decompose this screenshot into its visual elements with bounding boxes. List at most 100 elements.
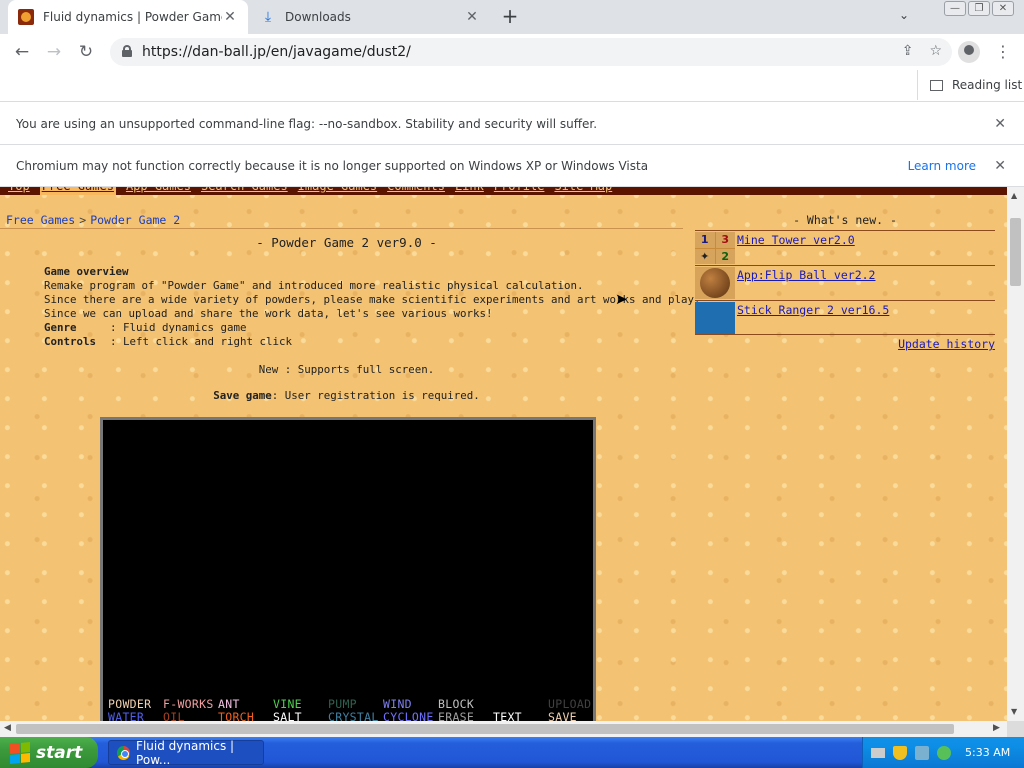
game-tool-pump[interactable]: PUMP <box>328 697 357 711</box>
scroll-left-arrow-icon[interactable]: ◀ <box>4 723 11 733</box>
scroll-right-arrow-icon[interactable]: ▶ <box>993 723 1000 733</box>
game-tool-upload[interactable]: UPLOAD <box>548 697 591 711</box>
nav-site-map[interactable]: Site Map <box>554 187 612 195</box>
taskbar-item-title: Fluid dynamics | Pow... <box>136 738 235 767</box>
game-tool-cyclone[interactable]: CYCLONE <box>383 710 434 721</box>
vertical-scrollbar[interactable]: ▲ ▼ <box>1007 187 1024 721</box>
profile-avatar-icon[interactable] <box>958 41 980 63</box>
infobar-close-icon[interactable]: ✕ <box>994 116 1006 132</box>
game-tool-wind[interactable]: WIND <box>383 697 412 711</box>
game-tool-text[interactable]: TEXT <box>493 710 522 721</box>
reading-list-button[interactable]: Reading list <box>917 70 1022 100</box>
security-shield-icon[interactable] <box>893 745 907 760</box>
lock-icon[interactable] <box>122 45 132 57</box>
game-canvas[interactable]: POWDER F-WORKS ANT VINE PUMP WIND BLOCK UPLOAD … <box>100 417 596 721</box>
overview-line: Remake program of "Powder Game" and intr… <box>44 279 584 292</box>
page-viewport: Top Free Games App Games Search Games Im… <box>0 187 1007 721</box>
address-bar[interactable]: https://dan-ball.jp/en/javagame/dust2/ ⇪… <box>110 38 952 66</box>
game-tool-block[interactable]: BLOCK <box>438 697 474 711</box>
news-link[interactable]: Mine Tower ver2.0 <box>737 233 855 247</box>
nav-search-games[interactable]: Search Games <box>201 187 288 195</box>
bookmarks-bar: Reading list <box>0 70 1024 102</box>
new-feature-line: New : Supports full screen. <box>258 363 435 376</box>
menu-kebab-icon[interactable]: ⋮ <box>995 42 1011 61</box>
nav-comments[interactable]: Comments <box>387 187 445 195</box>
reading-list-icon <box>930 79 943 91</box>
game-tool-save[interactable]: SAVE <box>548 710 577 721</box>
game-toolbar: POWDER F-WORKS ANT VINE PUMP WIND BLOCK UPLOAD … <box>106 697 594 721</box>
controls-value: : Left click and right click <box>110 335 293 348</box>
tab-search-chevron-icon[interactable]: ⌄ <box>895 8 913 26</box>
divider <box>0 228 683 229</box>
whats-new-heading: - What's new. - <box>793 213 897 227</box>
nav-app-games[interactable]: App Games <box>126 187 191 195</box>
mine-cell: ✦ <box>695 248 715 264</box>
mine-cell: 2 <box>715 248 735 264</box>
nav-link[interactable]: Link <box>455 187 484 195</box>
breadcrumb-powder-game[interactable]: Powder Game 2 <box>90 213 180 227</box>
tab-downloads[interactable]: ⤓ Downloads ✕ <box>250 0 490 34</box>
game-tool-salt[interactable]: SALT <box>273 710 302 721</box>
network-icon[interactable] <box>915 745 929 760</box>
horizontal-scrollbar[interactable]: ◀ ▶ <box>0 721 1007 737</box>
game-tool-f-works[interactable]: F-WORKS <box>163 697 214 711</box>
game-favicon-icon <box>18 9 34 25</box>
mouse-cursor-icon: ➤ <box>615 290 628 308</box>
close-window-button[interactable]: ✕ <box>992 1 1014 16</box>
keyboard-icon[interactable] <box>871 747 885 758</box>
breadcrumb: Free Games > Powder Game 2 <box>6 213 180 227</box>
game-tool-torch[interactable]: TORCH <box>218 710 254 721</box>
tab-close-icon[interactable]: ✕ <box>222 9 238 25</box>
nav-image-games[interactable]: Image Games <box>298 187 377 195</box>
game-tool-oil[interactable]: OIL <box>163 710 185 721</box>
scrollbar-thumb[interactable] <box>16 724 954 734</box>
nav-top[interactable]: Top <box>8 187 30 195</box>
restore-button[interactable]: ❐ <box>968 1 990 16</box>
news-item-flip-ball[interactable]: App:Flip Ball ver2.2 <box>695 265 995 300</box>
safely-remove-icon[interactable] <box>937 745 951 760</box>
scroll-down-arrow-icon[interactable]: ▼ <box>1011 707 1017 716</box>
system-tray: 5:33 AM <box>862 737 1024 768</box>
reload-icon[interactable]: ↻ <box>75 42 97 64</box>
breadcrumb-separator: > <box>79 213 87 227</box>
news-link[interactable]: App:Flip Ball ver2.2 <box>737 268 875 282</box>
back-arrow-icon[interactable]: ← <box>11 42 33 64</box>
stick-ranger-thumbnail[interactable] <box>695 302 735 334</box>
page-title: - Powder Game 2 ver9.0 - <box>256 235 437 250</box>
breadcrumb-free-games[interactable]: Free Games <box>6 213 75 227</box>
start-button[interactable]: start <box>0 737 98 768</box>
bookmark-star-icon[interactable]: ☆ <box>929 43 942 59</box>
mine-tower-thumbnail[interactable]: 1 3 ✦ 2 <box>695 232 735 264</box>
scrollbar-thumb[interactable] <box>1010 218 1021 286</box>
forward-arrow-icon[interactable]: → <box>43 42 65 64</box>
infobar-close-icon[interactable]: ✕ <box>994 158 1006 174</box>
flip-ball-thumbnail[interactable] <box>695 267 735 299</box>
game-tool-vine[interactable]: VINE <box>273 697 302 711</box>
url-text[interactable]: https://dan-ball.jp/en/javagame/dust2/ <box>142 44 411 60</box>
scroll-up-arrow-icon[interactable]: ▲ <box>1011 191 1017 200</box>
site-nav: Top Free Games App Games Search Games Im… <box>0 187 1007 195</box>
game-tool-erase[interactable]: ERASE <box>438 710 474 721</box>
windows-taskbar: start Fluid dynamics | Pow... 5:33 AM <box>0 737 1024 768</box>
game-tool-crystal[interactable]: CRYSTAL <box>328 710 379 721</box>
news-item-stick-ranger[interactable]: Stick Ranger 2 ver16.5 <box>695 300 995 335</box>
learn-more-link[interactable]: Learn more <box>908 159 976 173</box>
news-item-mine-tower[interactable]: 1 3 ✦ 2 Mine Tower ver2.0 <box>695 230 995 265</box>
new-tab-button[interactable]: + <box>499 6 521 28</box>
game-tool-powder[interactable]: POWDER <box>108 697 151 711</box>
tab-powder-game[interactable]: Fluid dynamics | Powder Game 2 - F ✕ <box>8 0 248 34</box>
game-tool-ant[interactable]: ANT <box>218 697 240 711</box>
game-description: Game overview Remake program of "Powder … <box>44 265 701 349</box>
nav-profile[interactable]: Profile <box>494 187 545 195</box>
tab-close-icon[interactable]: ✕ <box>464 9 480 25</box>
update-history-link[interactable]: Update history <box>898 337 995 351</box>
game-tool-water[interactable]: WATER <box>108 710 144 721</box>
overview-line: Since we can upload and share the work d… <box>44 307 493 320</box>
save-game-value: : User registration is required. <box>271 389 480 402</box>
download-icon: ⤓ <box>264 9 272 25</box>
news-link[interactable]: Stick Ranger 2 ver16.5 <box>737 303 889 317</box>
minimize-button[interactable]: — <box>944 1 966 16</box>
share-icon[interactable]: ⇪ <box>902 43 914 59</box>
nav-free-games[interactable]: Free Games <box>39 187 116 195</box>
taskbar-item-browser[interactable]: Fluid dynamics | Pow... <box>108 738 264 767</box>
